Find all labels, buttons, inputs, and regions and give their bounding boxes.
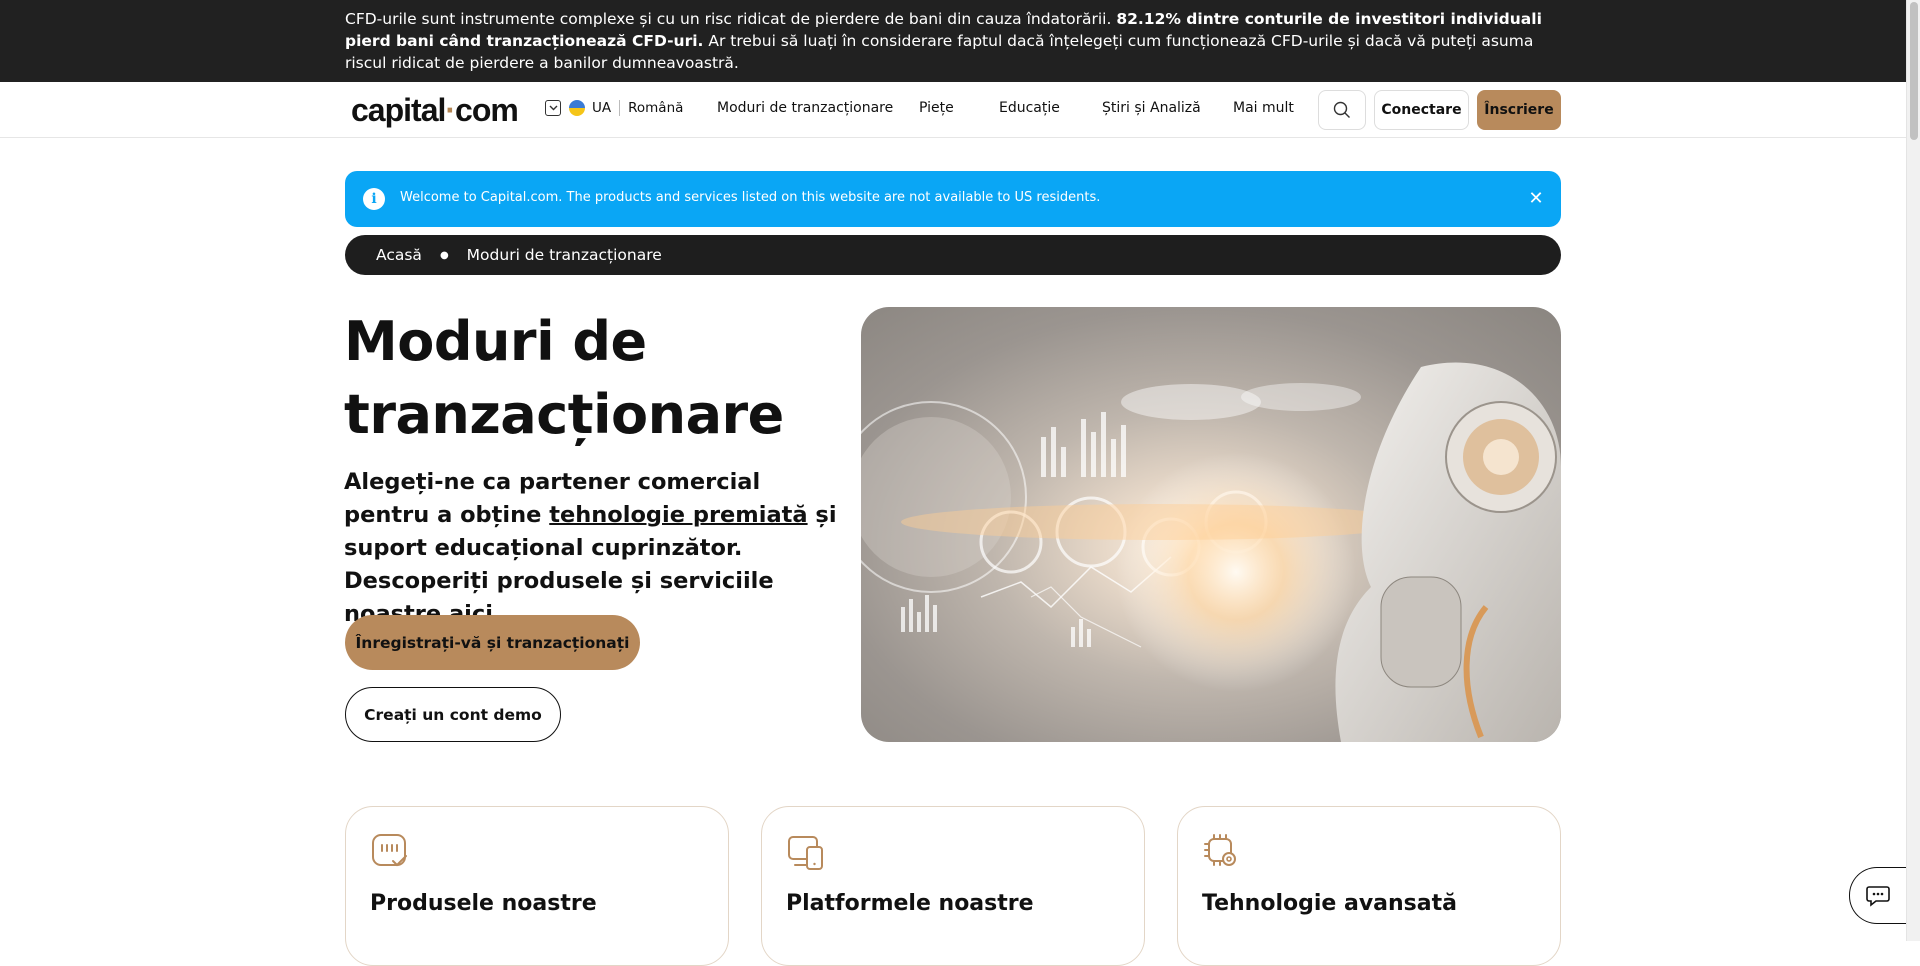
devices-icon xyxy=(788,836,823,870)
nav-trading-modes[interactable]: Moduri de tranzacționare xyxy=(717,100,893,116)
locale-divider xyxy=(619,100,621,116)
scrollbar-thumb[interactable] xyxy=(1910,2,1918,140)
info-icon: i xyxy=(363,188,385,210)
breadcrumb-current: Moduri de tranzacționare xyxy=(466,246,662,264)
locale-selector[interactable]: UA Română xyxy=(545,100,683,116)
card-title: Produsele noastre xyxy=(370,891,597,916)
hero-subtitle: Alegeți-ne ca partener comercial pentru … xyxy=(344,466,844,631)
breadcrumb: Acasă ● Moduri de tranzacționare xyxy=(345,235,1561,275)
risk-warning-text: CFD-urile sunt instrumente complexe și c… xyxy=(345,8,1560,74)
nav-education[interactable]: Educație xyxy=(999,100,1060,116)
award-link-text: tehnologie premiată xyxy=(549,502,808,528)
logo-text-right: com xyxy=(455,92,519,128)
card-title: Platformele noastre xyxy=(786,891,1034,916)
logo-dot: · xyxy=(445,92,456,128)
card-our-products[interactable]: Produsele noastre xyxy=(345,806,729,966)
search-button[interactable] xyxy=(1318,90,1366,130)
breadcrumb-separator: ● xyxy=(439,249,449,261)
capital-logo[interactable]: capital·com xyxy=(351,92,519,129)
site-header: capital·com UA Română Moduri de tranzacț… xyxy=(0,82,1906,138)
notice-message: Welcome to Capital.com. The products and… xyxy=(400,190,1101,205)
page-title: Moduri de tranzacționare xyxy=(344,305,824,451)
card-advanced-technology[interactable]: Tehnologie avansată xyxy=(1177,806,1561,966)
chevron-down-icon xyxy=(545,100,561,116)
search-icon xyxy=(1333,101,1350,118)
create-demo-account-button[interactable]: Creați un cont demo xyxy=(345,687,561,742)
page-title-line-1: Moduri de xyxy=(344,310,647,373)
register-and-trade-button[interactable]: Înregistrați-vă și tranzacționați xyxy=(345,615,640,670)
hero-image-robot-trading xyxy=(861,307,1561,742)
risk-warning-banner: CFD-urile sunt instrumente complexe și c… xyxy=(0,0,1906,82)
login-button[interactable]: Conectare xyxy=(1374,90,1469,130)
award-winning-technology-link[interactable]: tehnologie premiată xyxy=(549,502,807,528)
card-our-platforms[interactable]: Platformele noastre xyxy=(761,806,1145,966)
us-residents-notice: i Welcome to Capital.com. The products a… xyxy=(345,171,1561,227)
signup-button[interactable]: Înscriere xyxy=(1477,90,1561,130)
language-label: Română xyxy=(628,100,684,116)
ukraine-flag-icon xyxy=(569,100,585,116)
chat-check-icon xyxy=(372,834,407,867)
close-icon[interactable]: ✕ xyxy=(1525,187,1547,209)
risk-text-start: CFD-urile sunt instrumente complexe și c… xyxy=(345,10,1117,28)
page-title-line-2: tranzacționare xyxy=(344,383,784,446)
chip-gear-icon xyxy=(1204,834,1236,866)
nav-news-analysis[interactable]: Știri și Analiză xyxy=(1102,100,1201,116)
logo-text-left: capital xyxy=(351,92,446,128)
card-title: Tehnologie avansată xyxy=(1202,891,1457,916)
nav-markets[interactable]: Piețe xyxy=(919,100,954,116)
nav-more[interactable]: Mai mult xyxy=(1233,100,1294,116)
page-scrollbar[interactable] xyxy=(1906,0,1920,941)
chat-widget-button[interactable] xyxy=(1849,867,1906,924)
region-code: UA xyxy=(592,100,612,116)
breadcrumb-home[interactable]: Acasă xyxy=(376,246,422,264)
hero-illustration xyxy=(861,362,1561,742)
chat-bubble-icon xyxy=(1866,885,1890,907)
